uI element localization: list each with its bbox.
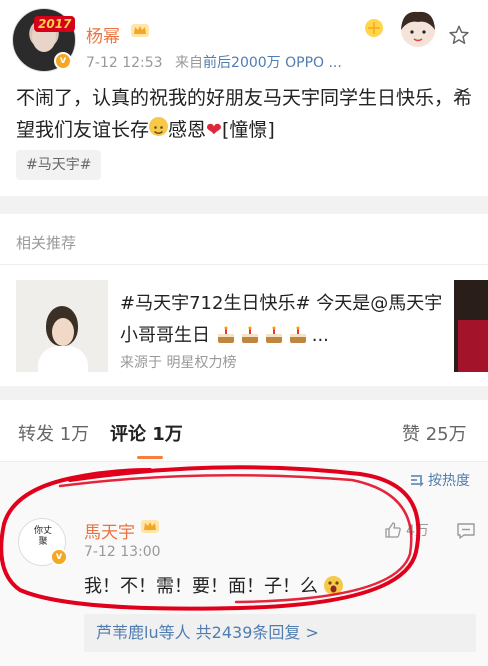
source-link[interactable]: 前后2000万 OPPO ... — [203, 55, 342, 71]
comments-toolbar: 按热度 — [0, 462, 488, 498]
sort-label: 按热度 — [428, 473, 470, 489]
sort-icon — [411, 475, 424, 487]
sort-button[interactable]: 按热度 — [410, 470, 470, 490]
related-title: 相关推荐 — [16, 234, 77, 252]
interaction-tabs: 转发 1万 评论 1万 赞 25万 — [0, 400, 488, 462]
author-avatar[interactable]: 2017 v — [12, 8, 76, 72]
tab-likes[interactable]: 赞 25万 — [402, 420, 467, 446]
cake-icon — [289, 326, 306, 343]
related-thumbnail — [16, 280, 108, 372]
crown-icon — [141, 520, 159, 533]
tab-repost-label: 转发 — [18, 424, 54, 445]
post-text-thanks: 感恩 — [168, 119, 207, 141]
related-side-thumbnail[interactable] — [454, 280, 488, 372]
like-button[interactable]: 4万 — [384, 520, 429, 540]
post-meta: 7-12 12:53 来自前后2000万 OPPO ... — [86, 52, 342, 72]
avatar-calligraphy: 你丈聚 — [33, 526, 52, 547]
tab-repost[interactable]: 转发 1万 — [18, 420, 89, 446]
source-prefix: 来自 — [175, 55, 204, 71]
comment-text: 我！不！需！要！面！子！么 — [84, 572, 343, 598]
cake-icon — [241, 326, 258, 343]
related-card[interactable]: #马天宇712生日快乐# 今天是@馬天宇 小哥哥生日 ... 来源于 明星权力榜 — [16, 280, 488, 372]
crown-icon — [131, 24, 149, 37]
cake-icon — [217, 326, 234, 343]
year-badge: 2017 — [34, 16, 76, 32]
vip-icon: v — [54, 52, 72, 70]
tab-comments-label: 评论 — [110, 424, 146, 445]
card-badge-art — [365, 11, 435, 47]
comment-item: 你丈聚 v 馬天宇 7-12 13:00 我！不！需！要！面！子！么 4万 芦苇… — [0, 498, 488, 666]
related-divider — [0, 264, 488, 265]
related-text-ellipsis: ... — [311, 325, 329, 346]
smile-icon — [149, 117, 169, 136]
comment-time: 7-12 13:00 — [84, 544, 161, 560]
comment-reply-icon[interactable] — [456, 522, 476, 540]
related-source: 来源于 明星权力榜 — [120, 355, 237, 371]
comment-text-main: 我！不！需！要！面！子！么 — [84, 576, 318, 597]
like-count: 4万 — [406, 523, 429, 539]
heart-icon: ❤ — [206, 119, 222, 141]
topic-chip[interactable]: #马天宇# — [16, 150, 102, 180]
commenter-name[interactable]: 馬天宇 — [84, 518, 135, 543]
post-text: 不闹了，认真的祝我的好朋友马天宇同学生日快乐，希望我们友谊长存 感恩❤[憧憬] — [16, 82, 476, 146]
weibo-post: 2017 v 杨幂 7-12 12:53 来自前后2000万 OPPO ... … — [0, 0, 488, 196]
tab-comments[interactable]: 评论 1万 — [110, 420, 183, 446]
author-name[interactable]: 杨幂 — [86, 22, 120, 47]
post-time: 7-12 12:53 — [86, 55, 163, 71]
tab-likes-count: 25万 — [425, 424, 467, 445]
related-text: #马天宇712生日快乐# 今天是@馬天宇 小哥哥生日 ... — [120, 288, 450, 352]
cake-icon — [265, 326, 282, 343]
shocked-face-icon — [323, 576, 343, 595]
section-divider — [0, 196, 488, 214]
section-divider — [0, 386, 488, 400]
post-text-tag: [憧憬] — [221, 119, 275, 141]
vip-icon: v — [50, 548, 68, 566]
thumb-up-icon — [385, 522, 401, 538]
active-tab-indicator — [137, 456, 163, 459]
replies-summary[interactable]: 芦苇鹿lu等人 共2439条回复 > — [84, 614, 476, 652]
star-icon[interactable] — [448, 24, 470, 46]
tab-likes-label: 赞 — [402, 424, 420, 445]
tab-comments-count: 1万 — [152, 424, 183, 445]
tab-repost-count: 1万 — [59, 424, 90, 445]
